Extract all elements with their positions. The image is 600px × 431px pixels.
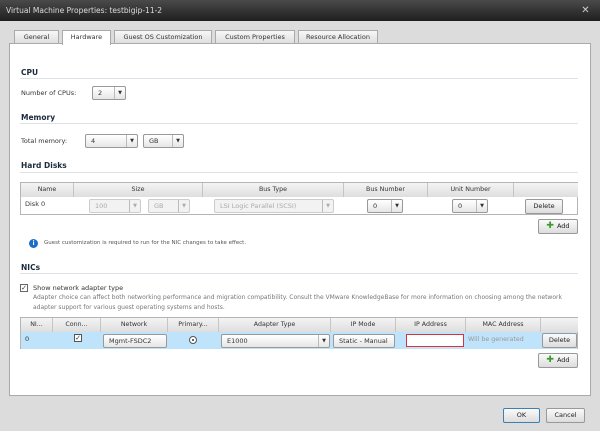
add-label: Add xyxy=(556,356,570,364)
column-header-mac-address[interactable]: MAC Address xyxy=(466,318,541,332)
nics-table: NI... Conn... Network Primary... Adapter… xyxy=(20,317,578,349)
nic-primary-radio[interactable] xyxy=(189,336,197,344)
column-header-network[interactable]: Network xyxy=(101,318,168,332)
bus-type-value: LSI Logic Parallel (SCSI) xyxy=(220,202,297,210)
chevron-down-icon: ▼ xyxy=(178,200,189,212)
column-header-size[interactable]: Size xyxy=(74,183,203,197)
column-header-name[interactable]: Name xyxy=(21,183,74,197)
tab-hardware[interactable]: Hardware xyxy=(62,30,111,45)
column-header-primary[interactable]: Primary... xyxy=(168,318,219,332)
chevron-down-icon: ▼ xyxy=(172,135,183,147)
chevron-down-icon: ▼ xyxy=(476,200,487,212)
info-icon: i xyxy=(29,239,38,248)
column-header-adapter-type[interactable]: Adapter Type xyxy=(219,318,331,332)
add-nic-button[interactable]: ✚ Add xyxy=(538,353,578,368)
delete-disk-button[interactable]: Delete xyxy=(525,199,563,214)
cancel-button[interactable]: Cancel xyxy=(546,408,585,423)
add-disk-button[interactable]: ✚ Add xyxy=(538,219,578,234)
plus-icon: ✚ xyxy=(546,221,554,231)
mac-address-value: Will be generated xyxy=(468,336,524,343)
tab-general[interactable]: General xyxy=(14,30,59,44)
hard-disks-heading: Hard Disks xyxy=(21,161,67,170)
nic-index: 0 xyxy=(25,335,30,343)
chevron-down-icon: ▼ xyxy=(318,335,329,347)
column-header-actions xyxy=(541,318,578,332)
window-title: Virtual Machine Properties: testbigip-11… xyxy=(6,6,163,15)
unit-number-value: 0 xyxy=(458,202,463,210)
disk-size-select: 100 ▼ xyxy=(89,199,141,213)
ok-button[interactable]: OK xyxy=(503,408,540,423)
ip-mode-select[interactable]: Static - Manual xyxy=(333,334,395,348)
unit-number-select[interactable]: 0 ▼ xyxy=(452,199,488,213)
memory-heading: Memory xyxy=(21,113,56,122)
cpu-count-label: Number of CPUs: xyxy=(21,89,77,97)
column-header-bus-type[interactable]: Bus Type xyxy=(203,183,344,197)
adapter-type-value: E1000 xyxy=(227,337,248,345)
memory-unit: GB xyxy=(149,137,159,145)
bus-number-value: 0 xyxy=(373,202,378,210)
bus-type-select: LSI Logic Parallel (SCSI) ▼ xyxy=(214,199,334,213)
adapter-type-select[interactable]: E1000 ▼ xyxy=(221,334,330,348)
tab-resource-allocation[interactable]: Resource Allocation xyxy=(298,30,378,44)
divider xyxy=(20,78,578,79)
column-header-nic[interactable]: NI... xyxy=(21,318,53,332)
memory-value-select[interactable]: 4 ▼ xyxy=(85,134,138,148)
disk-size-value: 100 xyxy=(95,202,108,210)
delete-nic-button[interactable]: Delete xyxy=(542,333,577,348)
hard-disks-table: Name Size Bus Type Bus Number Unit Numbe… xyxy=(20,182,578,215)
cpu-heading: CPU xyxy=(21,68,39,77)
column-header-actions xyxy=(514,183,578,197)
disk-unit-value: GB xyxy=(154,202,164,210)
column-header-ip-mode[interactable]: IP Mode xyxy=(331,318,396,332)
chevron-down-icon: ▼ xyxy=(129,200,140,212)
chevron-down-icon: ▼ xyxy=(114,87,125,99)
bus-number-select[interactable]: 0 ▼ xyxy=(367,199,403,213)
divider xyxy=(20,273,578,274)
info-message: Guest customization is required to run f… xyxy=(44,240,247,246)
column-header-bus-number[interactable]: Bus Number xyxy=(344,183,428,197)
column-header-unit-number[interactable]: Unit Number xyxy=(428,183,514,197)
memory-value: 4 xyxy=(91,137,96,145)
ip-mode-value: Static - Manual xyxy=(339,337,388,345)
plus-icon: ✚ xyxy=(546,355,554,365)
cpu-count-select[interactable]: 2 ▼ xyxy=(92,86,126,100)
divider xyxy=(20,172,578,173)
nic-network-select[interactable]: Mgmt-FSDC2 xyxy=(103,334,167,348)
chevron-down-icon: ▼ xyxy=(322,200,333,212)
column-header-connected[interactable]: Conn... xyxy=(53,318,101,332)
title-bar: Virtual Machine Properties: testbigip-11… xyxy=(0,0,600,21)
tab-custom-properties[interactable]: Custom Properties xyxy=(215,30,295,44)
nic-network-value: Mgmt-FSDC2 xyxy=(109,337,152,345)
memory-unit-select[interactable]: GB ▼ xyxy=(143,134,184,148)
ip-address-input[interactable] xyxy=(406,334,464,347)
disk-unit-select: GB ▼ xyxy=(148,199,190,213)
divider xyxy=(20,123,578,124)
column-header-ip-address[interactable]: IP Address xyxy=(396,318,466,332)
cpu-count-value: 2 xyxy=(98,89,103,97)
memory-label: Total memory: xyxy=(21,137,68,145)
show-adapter-type-label: Show network adapter type xyxy=(33,284,124,292)
disk-name: Disk 0 xyxy=(25,200,46,208)
show-adapter-type-checkbox[interactable]: ✓ xyxy=(20,284,28,292)
add-label: Add xyxy=(556,222,570,230)
close-icon[interactable]: ✕ xyxy=(579,4,592,17)
chevron-down-icon: ▼ xyxy=(391,200,402,212)
adapter-description: Adapter choice can affect both networkin… xyxy=(33,294,562,311)
tab-guest-os-customization[interactable]: Guest OS Customization xyxy=(114,30,212,44)
nics-heading: NICs xyxy=(21,263,41,272)
nic-connected-checkbox[interactable]: ✓ xyxy=(74,334,82,342)
chevron-down-icon: ▼ xyxy=(126,135,137,147)
